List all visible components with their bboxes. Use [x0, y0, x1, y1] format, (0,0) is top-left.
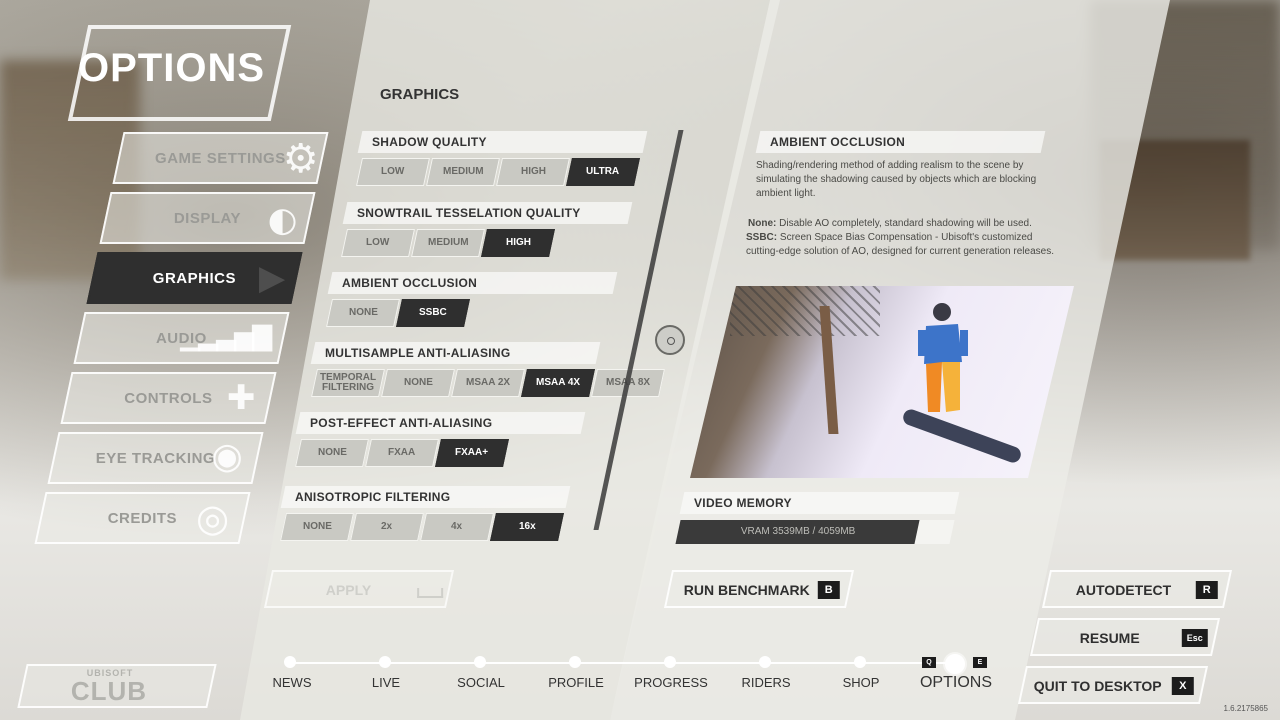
run-benchmark-button[interactable]: RUN BENCHMARK B: [663, 570, 855, 608]
page-title: OPTIONS: [78, 46, 266, 90]
bottom-nav-dot[interactable]: [379, 656, 391, 668]
preview-image: [690, 286, 1074, 478]
section-header-shadow: SHADOW QUALITY: [357, 131, 648, 153]
resume-button[interactable]: RESUME Esc: [1029, 618, 1221, 656]
bottom-nav-riders[interactable]: RIDERS: [726, 675, 806, 690]
option-fxaa-plus[interactable]: FXAA+: [435, 439, 509, 467]
option-2x[interactable]: 2x: [350, 513, 424, 541]
option-temporal-filtering[interactable]: TEMPORAL FILTERING: [311, 369, 385, 397]
info-ssbc-line: SSBC: Screen Space Bias Compensation - U…: [746, 232, 1054, 257]
vram-text: VRAM 3539MB / 4059MB: [740, 526, 856, 537]
info-title: AMBIENT OCCLUSION: [770, 135, 906, 149]
bottom-nav-dot[interactable]: [284, 656, 296, 668]
spacebar-icon: [417, 588, 444, 598]
bottom-nav-social[interactable]: SOCIAL: [441, 675, 521, 690]
bottom-nav-options[interactable]: OPTIONS: [916, 674, 996, 692]
bottom-nav-dot[interactable]: [664, 656, 676, 668]
info-description: Shading/rendering method of adding reali…: [756, 160, 1037, 199]
eye-icon: ◉: [210, 436, 243, 477]
option-none[interactable]: NONE: [326, 299, 400, 327]
ao-options: NONE SSBC: [326, 299, 470, 327]
spiral-icon: ◎: [195, 496, 229, 540]
bottom-nav-dot[interactable]: [569, 656, 581, 668]
bottom-nav-news[interactable]: NEWS: [252, 675, 332, 690]
option-medium[interactable]: MEDIUM: [426, 158, 500, 186]
key-b: B: [817, 581, 840, 599]
section-header-anisotropic: ANISOTROPIC FILTERING: [280, 486, 571, 508]
video-memory-header: VIDEO MEMORY: [679, 492, 960, 514]
nav-audio[interactable]: AUDIO ▁▂▃▅▇: [73, 312, 290, 364]
section-header-ao: AMBIENT OCCLUSION: [327, 272, 618, 294]
equalizer-icon: ▁▂▃▅▇: [180, 322, 271, 352]
quit-to-desktop-button[interactable]: QUIT TO DESKTOP X: [1017, 666, 1209, 704]
preview-fence: [730, 286, 880, 336]
section-header-snowtrail: SNOWTRAIL TESSELATION QUALITY: [342, 202, 633, 224]
scrollbar-handle[interactable]: [655, 325, 685, 355]
nav-credits[interactable]: CREDITS ◎: [34, 492, 251, 544]
option-16x[interactable]: 16x: [490, 513, 564, 541]
option-msaa-2x[interactable]: MSAA 2X: [451, 369, 525, 397]
gear-icon: ⚙: [282, 136, 319, 182]
play-icon: ▶: [258, 258, 285, 298]
version-label: 1.6.2175865: [1223, 704, 1269, 713]
bottom-nav-profile[interactable]: PROFILE: [536, 675, 616, 690]
bottom-nav-dot[interactable]: [759, 656, 771, 668]
nav-game-settings[interactable]: GAME SETTINGS ⚙: [112, 132, 329, 184]
option-low[interactable]: LOW: [341, 229, 415, 257]
vram-bar: VRAM 3539MB / 4059MB: [675, 520, 955, 544]
autodetect-button[interactable]: AUTODETECT R: [1041, 570, 1233, 608]
preview-snowboarder: [918, 303, 968, 412]
key-x: X: [1171, 677, 1194, 695]
option-msaa-4x[interactable]: MSAA 4X: [521, 369, 595, 397]
bottom-nav-dot[interactable]: [854, 656, 866, 668]
section-header-msaa: MULTISAMPLE ANTI-ALIASING: [310, 342, 601, 364]
msaa-options: TEMPORAL FILTERING NONE MSAA 2X MSAA 4X …: [311, 369, 665, 397]
bottom-nav-shop[interactable]: SHOP: [821, 675, 901, 690]
post-aa-options: NONE FXAA FXAA+: [295, 439, 509, 467]
option-ssbc[interactable]: SSBC: [396, 299, 470, 327]
option-high[interactable]: HIGH: [496, 158, 570, 186]
bottom-nav-dot-active[interactable]: [945, 654, 965, 674]
graphics-heading: GRAPHICS: [380, 86, 460, 103]
nav-eye-tracking[interactable]: EYE TRACKING ◉: [47, 432, 264, 484]
key-q: Q: [922, 657, 936, 668]
option-ultra[interactable]: ULTRA: [566, 158, 640, 186]
dpad-icon: ✚: [226, 378, 256, 418]
option-none[interactable]: NONE: [295, 439, 369, 467]
option-medium[interactable]: MEDIUM: [411, 229, 485, 257]
nav-display[interactable]: DISPLAY ◐: [99, 192, 316, 244]
shadow-quality-options: LOW MEDIUM HIGH ULTRA: [356, 158, 640, 186]
section-header-post-aa: POST-EFFECT ANTI-ALIASING: [295, 412, 586, 434]
nav-graphics[interactable]: GRAPHICS ▶: [86, 252, 303, 304]
contrast-icon: ◐: [267, 200, 298, 240]
apply-button[interactable]: APPLY: [263, 570, 455, 608]
key-e: E: [973, 657, 987, 668]
anisotropic-options: NONE 2x 4x 16x: [280, 513, 564, 541]
bottom-nav-live[interactable]: LIVE: [346, 675, 426, 690]
nav-controls[interactable]: CONTROLS ✚: [60, 372, 277, 424]
bottom-nav-progress[interactable]: PROGRESS: [631, 675, 711, 690]
option-none[interactable]: NONE: [381, 369, 455, 397]
option-4x[interactable]: 4x: [420, 513, 494, 541]
info-title-bar: AMBIENT OCCLUSION: [755, 131, 1046, 153]
option-high[interactable]: HIGH: [481, 229, 555, 257]
info-none-line: None: Disable AO completely, standard sh…: [748, 218, 1032, 229]
snowtrail-options: LOW MEDIUM HIGH: [341, 229, 555, 257]
option-fxaa[interactable]: FXAA: [365, 439, 439, 467]
club-logo-main: CLUB: [70, 676, 148, 706]
ubisoft-club-button[interactable]: UBISOFT CLUB: [17, 664, 217, 708]
option-low[interactable]: LOW: [356, 158, 430, 186]
bottom-nav-dot[interactable]: [474, 656, 486, 668]
key-esc: Esc: [1181, 629, 1208, 647]
option-none[interactable]: NONE: [280, 513, 354, 541]
key-r: R: [1195, 581, 1218, 599]
